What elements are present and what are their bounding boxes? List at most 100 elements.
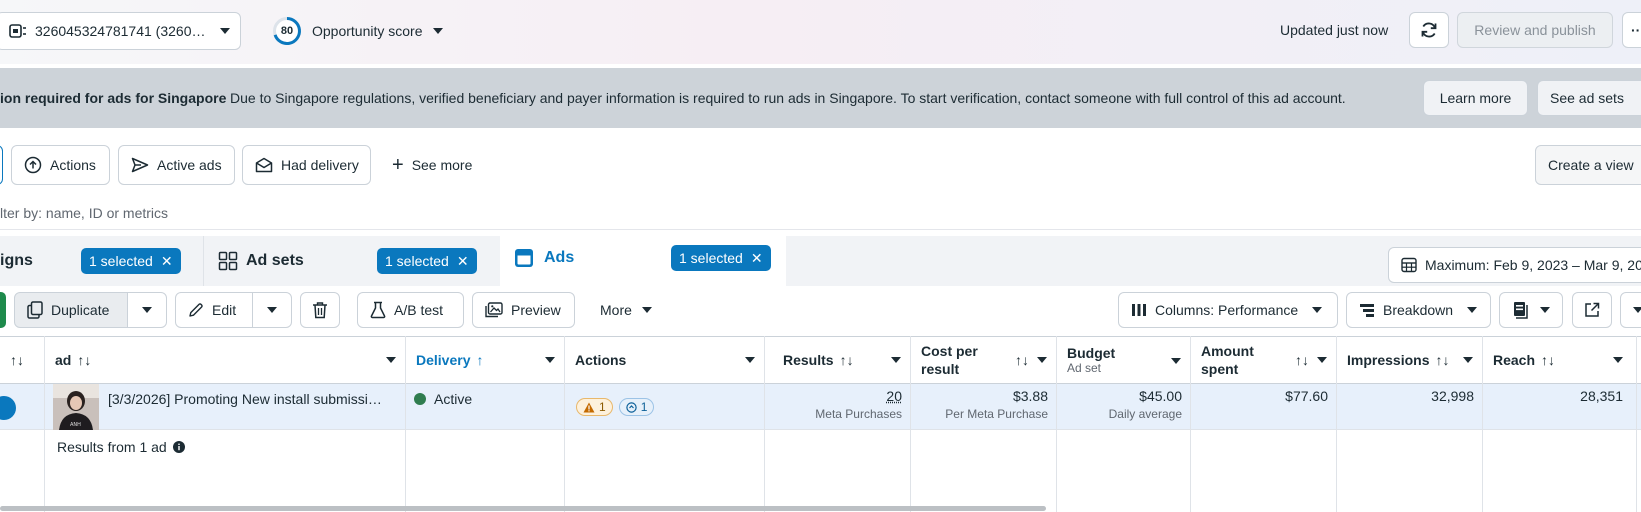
active-status-dot <box>414 393 426 405</box>
tab-ad-sets[interactable]: Ad sets 1 selected ✕ <box>203 236 495 286</box>
export-dropdown-button[interactable] <box>1620 292 1641 328</box>
send-icon <box>131 157 149 173</box>
chevron-down-icon <box>642 307 652 313</box>
account-selector[interactable]: 326045324781741 (3260… <box>0 12 241 50</box>
see-ad-sets-button[interactable]: See ad sets <box>1537 80 1641 116</box>
filter-actions-button[interactable]: Actions <box>11 145 110 185</box>
learn-more-label: Learn more <box>1440 90 1512 106</box>
ab-test-button[interactable]: A/B test <box>357 292 464 328</box>
edit-dropdown-button[interactable] <box>252 292 292 328</box>
warning-count: 1 <box>599 400 606 414</box>
learn-more-button[interactable]: Learn more <box>1423 80 1528 116</box>
filter-actions-label: Actions <box>50 157 96 173</box>
chevron-down-icon <box>1312 307 1322 313</box>
ads-selected-badge[interactable]: 1 selected ✕ <box>671 245 771 271</box>
column-divider <box>1190 336 1191 512</box>
col-cost-label: Cost per result <box>921 342 991 378</box>
cost-cell: $3.88 Per Meta Purchase <box>911 388 1048 421</box>
col-reach-label: Reach <box>1493 352 1535 368</box>
more-options-button[interactable]: ·· <box>1622 12 1641 48</box>
col-delivery-header[interactable]: Delivery ↑ <box>406 336 565 384</box>
results-value[interactable]: 20 <box>765 388 902 404</box>
score-gauge-icon: 80 <box>272 16 302 46</box>
columns-button[interactable]: Columns: Performance <box>1118 292 1338 328</box>
filter-active-ads-button[interactable]: Active ads <box>118 145 235 185</box>
breakdown-button[interactable]: Breakdown <box>1346 292 1491 328</box>
duplicate-icon <box>27 301 43 319</box>
export-button[interactable] <box>1572 292 1612 328</box>
grid-icon <box>218 251 238 271</box>
pencil-icon <box>188 302 204 318</box>
duplicate-dropdown-button[interactable] <box>127 292 167 328</box>
sort-icon: ↑↓ <box>840 352 854 368</box>
close-icon[interactable]: ✕ <box>161 253 173 270</box>
col-results-label: Results <box>783 352 834 368</box>
info-icon[interactable] <box>173 441 185 453</box>
warning-icon <box>583 402 595 413</box>
chevron-down-icon <box>1467 307 1477 313</box>
sort-icon: ↑↓ <box>1435 352 1449 368</box>
column-divider <box>1336 336 1337 512</box>
ad-sets-selected-badge[interactable]: 1 selected ✕ <box>377 248 477 274</box>
see-more-button[interactable]: + See more <box>392 145 472 185</box>
reports-button[interactable] <box>1499 292 1563 328</box>
banner-title: ion required for ads for Singapore <box>0 90 226 106</box>
results-summary-label: Results from 1 ad <box>57 439 167 455</box>
date-range-picker[interactable]: Maximum: Feb 9, 2023 – Mar 9, 20 <box>1388 247 1641 283</box>
sort-icon: ↑↓ <box>77 352 91 368</box>
preview-label: Preview <box>511 302 561 318</box>
ad-name-link[interactable]: [3/3/2026] Promoting New install submiss… <box>108 391 398 407</box>
col-actions-header[interactable]: Actions <box>565 336 765 384</box>
campaigns-badge-label: 1 selected <box>89 253 153 269</box>
create-button-edge[interactable] <box>0 292 6 328</box>
trash-icon <box>312 301 328 319</box>
col-results-header[interactable]: Results ↑↓ <box>765 336 911 384</box>
opportunity-score[interactable]: 80 Opportunity score <box>272 16 443 46</box>
tab-ads[interactable]: Ads 1 selected ✕ <box>500 230 786 286</box>
updated-status: Updated just now <box>1280 22 1388 38</box>
plus-icon: + <box>392 155 404 175</box>
filter-had-delivery-button[interactable]: Had delivery <box>242 145 371 185</box>
warning-badge[interactable]: 1 <box>576 398 613 416</box>
more-label: More <box>600 302 632 318</box>
review-and-publish-button[interactable]: Review and publish <box>1457 12 1613 48</box>
ad-sets-badge-label: 1 selected <box>385 253 449 269</box>
chevron-down-icon <box>745 357 755 363</box>
column-divider <box>1482 336 1483 512</box>
chevron-down-icon <box>1540 307 1550 313</box>
search-input[interactable]: lter by: name, ID or metrics <box>0 205 168 221</box>
campaigns-selected-badge[interactable]: 1 selected ✕ <box>81 248 181 274</box>
column-divider <box>44 336 45 512</box>
sort-icon: ↑↓ <box>1015 352 1029 368</box>
banner-message: Due to Singapore regulations, verified b… <box>230 90 1346 106</box>
duplicate-button[interactable]: Duplicate <box>14 292 128 328</box>
col-impressions-header[interactable]: Impressions ↑↓ <box>1337 336 1483 384</box>
create-view-button[interactable]: Create a view <box>1535 145 1641 185</box>
reach-value: 28,351 <box>1483 388 1623 404</box>
col-reach-header[interactable]: Reach ↑↓ <box>1483 336 1633 384</box>
col-cost-header[interactable]: Cost per result ↑↓ <box>911 336 1057 384</box>
horizontal-scrollbar[interactable] <box>0 506 1046 511</box>
close-icon[interactable]: ✕ <box>457 253 469 270</box>
search-bar[interactable]: lter by: name, ID or metrics <box>0 196 1641 230</box>
sort-icon: ↑↓ <box>1541 352 1555 368</box>
delete-button[interactable] <box>300 292 340 328</box>
more-button[interactable]: More <box>600 292 652 328</box>
chevron-down-icon <box>433 28 443 34</box>
col-ad-header[interactable]: ad ↑↓ <box>45 336 406 384</box>
refresh-button[interactable] <box>1409 12 1449 48</box>
results-summary: Results from 1 ad <box>57 439 185 455</box>
reports-icon <box>1512 301 1528 319</box>
close-icon[interactable]: ✕ <box>751 250 763 267</box>
tab-campaigns[interactable]: igns 1 selected ✕ <box>0 236 200 286</box>
col-amount-spent-header[interactable]: Amount spent ↑↓ <box>1191 336 1337 384</box>
col-budget-header[interactable]: Budget Ad set <box>1057 336 1191 384</box>
ads-badge-label: 1 selected <box>679 250 743 266</box>
info-badge[interactable]: 1 <box>619 398 655 416</box>
chevron-down-icon <box>1613 357 1623 363</box>
preview-button[interactable]: Preview <box>472 292 575 328</box>
edit-button[interactable]: Edit <box>175 292 253 328</box>
col-actions-label: Actions <box>575 352 626 368</box>
column-divider <box>1056 336 1057 512</box>
col-sort-header[interactable]: ↑↓ <box>0 336 45 384</box>
